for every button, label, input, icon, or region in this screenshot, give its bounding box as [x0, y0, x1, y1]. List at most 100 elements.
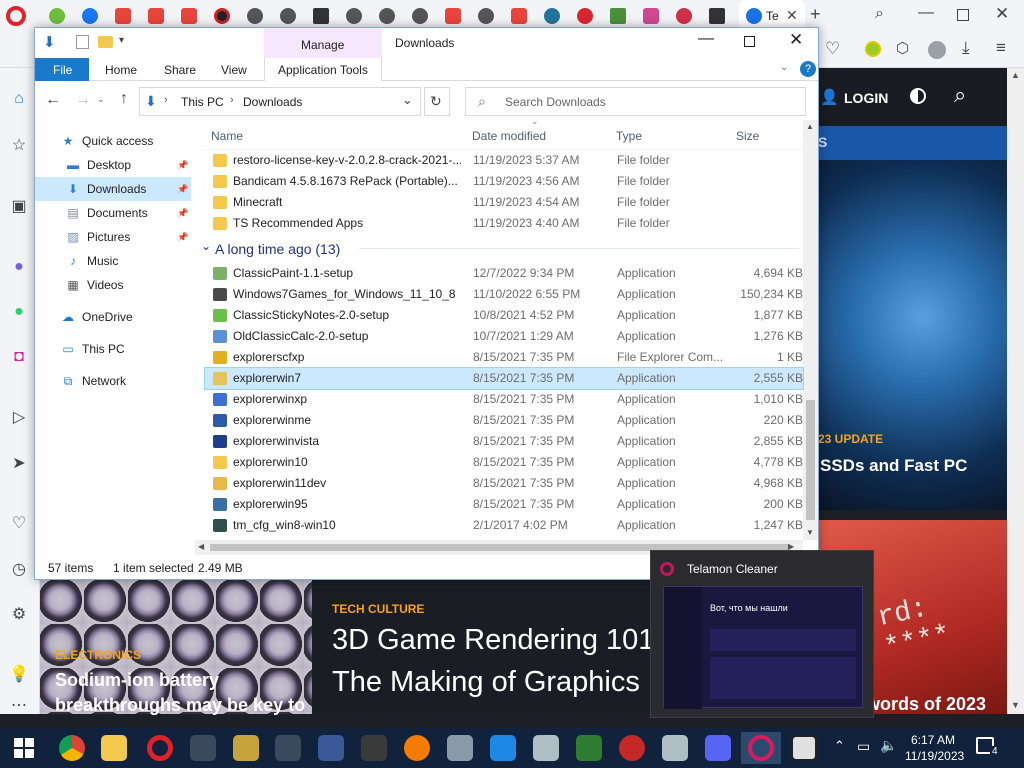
- heart-icon[interactable]: ♡: [825, 39, 840, 59]
- player-icon[interactable]: ▷: [8, 406, 30, 428]
- tab-favicon-8[interactable]: [277, 5, 299, 27]
- history-icon[interactable]: ◷: [8, 558, 30, 580]
- list-scroll-up-icon[interactable]: ▲: [806, 122, 814, 131]
- close-icon[interactable]: ✕: [789, 30, 803, 50]
- shopping-icon[interactable]: ▣: [8, 195, 30, 217]
- cube-icon[interactable]: ⬡: [896, 39, 909, 57]
- file-row[interactable]: tm_cfg_win8-win10 2/1/2017 4:02 PM Applica…: [205, 515, 803, 536]
- breadcrumb-separator-icon[interactable]: ›: [230, 94, 234, 106]
- folder-row[interactable]: Minecraft 11/19/2023 4:54 AM File folder: [205, 192, 803, 213]
- messenger-icon[interactable]: ●: [8, 256, 30, 278]
- search-box[interactable]: ⌕ Search Downloads: [465, 87, 806, 116]
- show-hidden-icons-icon[interactable]: ⌃: [834, 738, 845, 754]
- file-row[interactable]: ClassicPaint-1.1-setup 12/7/2022 9:34 PM A…: [205, 263, 803, 284]
- minimize-browser-icon[interactable]: —: [918, 4, 934, 22]
- tab-favicon-10[interactable]: [343, 5, 365, 27]
- search-tabs-icon[interactable]: ⌕: [875, 5, 884, 23]
- tab-facebook-icon[interactable]: [79, 5, 101, 27]
- restore-browser-icon[interactable]: [957, 9, 969, 21]
- column-date[interactable]: Date modified: [472, 129, 546, 143]
- address-dropdown-icon[interactable]: ⌄: [402, 92, 413, 108]
- clock-date[interactable]: 11/19/2023: [905, 749, 964, 763]
- manage-context-tab[interactable]: Manage: [264, 28, 382, 58]
- breadcrumb-this-pc[interactable]: This PC: [181, 95, 224, 109]
- list-scroll-down-icon[interactable]: ▼: [806, 528, 814, 537]
- tab-favicon-11[interactable]: [376, 5, 398, 27]
- volume-icon[interactable]: 🔈: [880, 737, 897, 754]
- quick-access-download-icon[interactable]: ⬇: [43, 33, 56, 51]
- app-taskbar-icon-2[interactable]: [226, 732, 266, 764]
- battery-card[interactable]: ELECTRONICS Sodium-ion battery breakthro…: [40, 580, 312, 715]
- tab-favicon-7[interactable]: [244, 5, 266, 27]
- 7zip-taskbar-icon[interactable]: [784, 732, 824, 764]
- column-name[interactable]: Name: [211, 129, 243, 143]
- maximize-icon[interactable]: [744, 36, 755, 47]
- tab-home[interactable]: Home: [105, 63, 137, 77]
- favorites-icon[interactable]: ♡: [8, 512, 30, 534]
- instagram-icon[interactable]: ◘: [8, 346, 30, 368]
- page-scrollbar[interactable]: ▲ ▼: [1007, 68, 1024, 714]
- app-taskbar-icon-9[interactable]: [569, 732, 609, 764]
- group-header[interactable]: ⌄ A long time ago (13): [199, 237, 803, 259]
- send-icon[interactable]: ➤: [8, 452, 30, 474]
- tab-favicon-5[interactable]: [178, 5, 200, 27]
- app-taskbar-icon-3[interactable]: [268, 732, 308, 764]
- tab-favicon-14[interactable]: [475, 5, 497, 27]
- tab-favicon-12[interactable]: [409, 5, 431, 27]
- file-explorer-taskbar-icon[interactable]: [94, 732, 134, 764]
- file-row[interactable]: ClassicStickyNotes-2.0-setup 10/8/2021 4:…: [205, 305, 803, 326]
- culture-card[interactable]: TECH CULTURE 3D Game Rendering 101: The …: [312, 580, 662, 714]
- tab-favicon-19[interactable]: [640, 5, 662, 27]
- file-row[interactable]: explorerwin7 8/15/2021 7:35 PM Application…: [204, 367, 804, 390]
- customize-toolbar-icon[interactable]: ▾: [119, 35, 124, 46]
- menu-icon[interactable]: ≡: [996, 38, 1006, 58]
- new-folder-icon[interactable]: [98, 36, 113, 48]
- list-scroll-thumb[interactable]: [806, 400, 815, 520]
- tab-share[interactable]: Share: [164, 63, 196, 77]
- theme-toggle-icon[interactable]: [910, 88, 926, 104]
- back-icon[interactable]: ←: [45, 91, 61, 109]
- address-bar[interactable]: ⬇ › This PC › Downloads ⌄: [139, 87, 421, 116]
- discord-taskbar-icon[interactable]: [698, 732, 738, 764]
- tab-favicon-9[interactable]: [310, 5, 332, 27]
- file-row[interactable]: explorerwinvista 8/15/2021 7:35 PM Applica…: [205, 431, 803, 452]
- app-taskbar-icon-10[interactable]: [612, 732, 652, 764]
- folder-row[interactable]: restoro-license-key-v-2.0.2.8-crack-2021…: [205, 150, 803, 171]
- app-taskbar-icon-11[interactable]: [655, 732, 695, 764]
- file-row[interactable]: explorerwin95 8/15/2021 7:35 PM Applicatio…: [205, 494, 803, 515]
- expand-ribbon-icon[interactable]: ⌄: [780, 62, 788, 73]
- file-row[interactable]: explorerwin10 8/15/2021 7:35 PM Applicatio…: [205, 452, 803, 473]
- clock-time[interactable]: 6:17 AM: [911, 733, 955, 747]
- folder-row[interactable]: Bandicam 4.5.8.1673 RePack (Portable)...…: [205, 171, 803, 192]
- column-type[interactable]: Type: [616, 129, 642, 143]
- refresh-button[interactable]: ↻: [424, 87, 450, 116]
- tips-icon[interactable]: 💡: [8, 663, 30, 685]
- tab-favicon-13[interactable]: [442, 5, 464, 27]
- file-list-vscrollbar[interactable]: ▲ ▼: [803, 120, 818, 540]
- folder-row[interactable]: TS Recommended Apps 11/19/2023 4:40 AM Fil…: [205, 213, 803, 234]
- facebook-taskbar-icon[interactable]: [311, 732, 351, 764]
- card2-title-line2[interactable]: The Making of Graphics: [332, 666, 640, 699]
- tab-view[interactable]: View: [221, 63, 247, 77]
- tab-favicon-17[interactable]: [574, 5, 596, 27]
- app-taskbar-icon-6[interactable]: [440, 732, 480, 764]
- card3-title[interactable]: words of 2023: [866, 694, 986, 715]
- properties-icon[interactable]: [76, 35, 89, 49]
- telamon-taskbar-icon[interactable]: [741, 732, 781, 764]
- start-icon[interactable]: [14, 738, 34, 758]
- help-icon[interactable]: ?: [800, 61, 816, 77]
- app-taskbar-icon-4[interactable]: [354, 732, 394, 764]
- extension-icon[interactable]: [865, 41, 881, 57]
- recent-locations-icon[interactable]: ⌄: [97, 94, 105, 105]
- scroll-down-icon[interactable]: ▼: [1011, 700, 1020, 710]
- login-link[interactable]: LOGIN: [844, 90, 888, 106]
- whatsapp-icon[interactable]: ●: [8, 301, 30, 323]
- app-taskbar-icon-7[interactable]: [483, 732, 523, 764]
- tab-wordpress-icon[interactable]: [541, 5, 563, 27]
- taskbar-thumbnail-preview[interactable]: Telamon Cleaner Вот, что мы нашли: [650, 550, 874, 718]
- tab-favicon-3[interactable]: [112, 5, 134, 27]
- close-tab-icon[interactable]: ✕: [786, 7, 798, 24]
- pinboard-icon[interactable]: ☆: [8, 134, 30, 156]
- tab-favicon-18[interactable]: [607, 5, 629, 27]
- tab-favicon-21[interactable]: [706, 5, 728, 27]
